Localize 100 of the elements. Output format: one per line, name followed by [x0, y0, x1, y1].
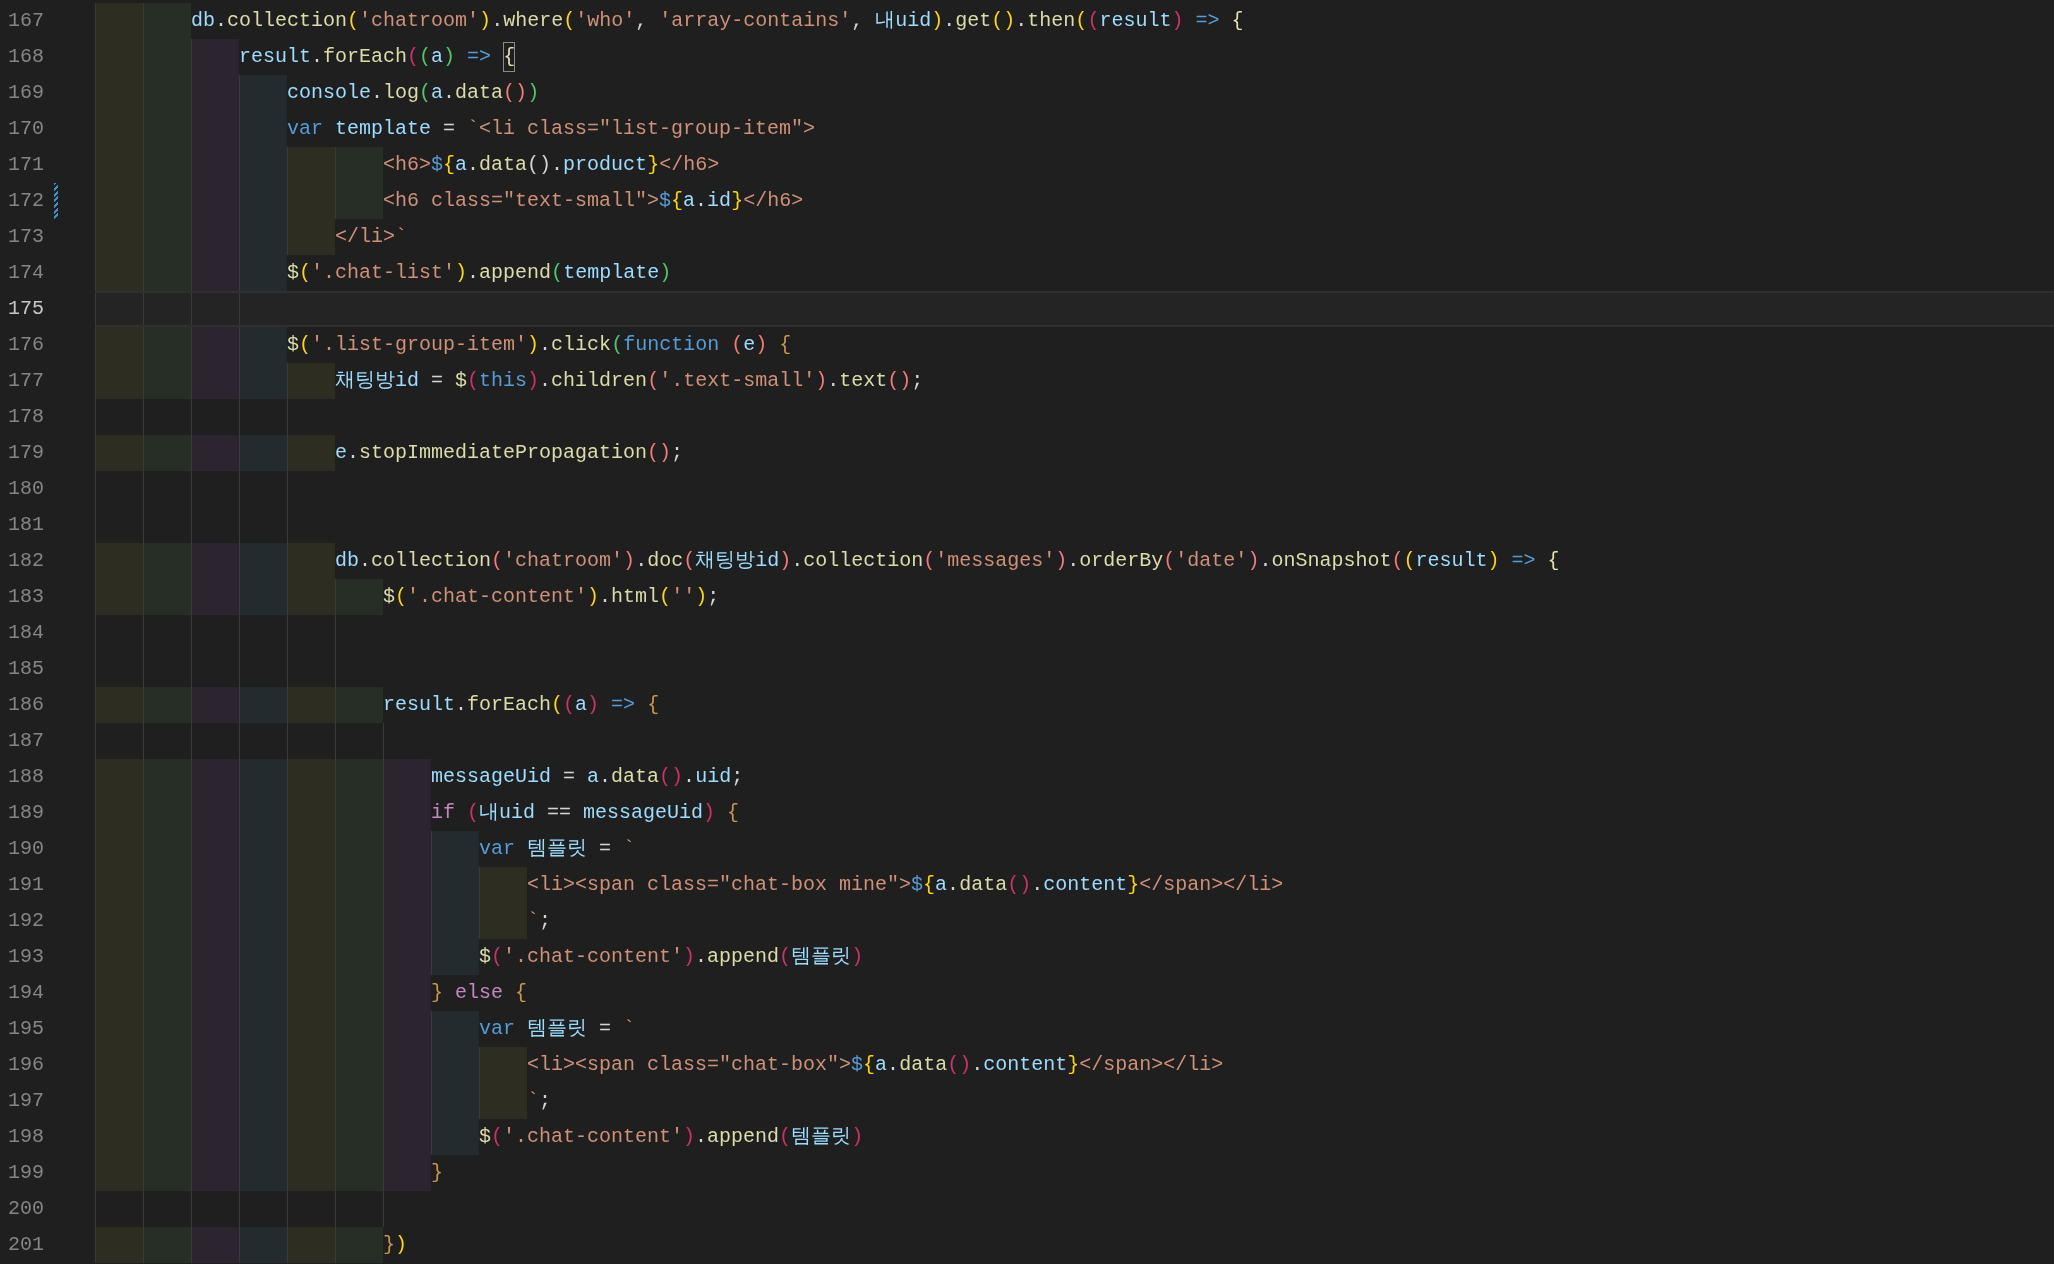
line-number: 196: [7, 1052, 44, 1078]
code-line: }): [383, 1232, 408, 1258]
code-line: 채팅방id = $(this).children('.text-small').text();: [335, 368, 924, 394]
line-number: 173: [7, 224, 44, 250]
code-line: result.forEach((a) => {: [383, 692, 660, 718]
indent-highlight: [191, 1227, 239, 1263]
indent-highlight: [335, 687, 383, 723]
indent-highlight: [95, 579, 143, 615]
line-number: 190: [7, 836, 44, 862]
indent-highlight: [239, 543, 287, 579]
indent-highlight: [335, 759, 383, 795]
line-number: 175: [7, 296, 44, 322]
indent-highlight: [287, 1155, 335, 1191]
line-number: 201: [7, 1232, 44, 1258]
indent-highlight: [143, 363, 191, 399]
indent-highlight: [383, 1155, 431, 1191]
line-number: 185: [7, 656, 44, 682]
line-number: 183: [7, 584, 44, 610]
indent-highlight: [431, 831, 479, 867]
indent-highlight: [479, 1047, 527, 1083]
indent-highlight: [95, 255, 143, 291]
indent-highlight: [143, 255, 191, 291]
line-number: 193: [7, 944, 44, 970]
indent-highlight: [239, 255, 287, 291]
code-line: if (내uid == messageUid) {: [431, 800, 740, 826]
code-line: `;: [527, 1088, 552, 1114]
indent-highlight: [239, 1227, 287, 1263]
indent-highlight: [95, 1155, 143, 1191]
indent-highlight: [287, 579, 335, 615]
code-line: $('.chat-list').append(template): [287, 260, 672, 286]
code-line: $('.chat-content').append(템플릿): [479, 944, 864, 970]
line-number: 191: [7, 872, 44, 898]
line-number: 169: [7, 80, 44, 106]
indent-highlight: [191, 579, 239, 615]
indent-highlight: [95, 687, 143, 723]
indent-highlight: [143, 435, 191, 471]
indent-highlight: [239, 363, 287, 399]
indent-highlight: [431, 1011, 479, 1047]
line-number: 179: [7, 440, 44, 466]
indent-highlight: [479, 867, 527, 903]
indent-highlight: [191, 543, 239, 579]
line-number: 177: [7, 368, 44, 394]
code-line: <li><span class="chat-box">${a.data().content}</span></li>: [527, 1052, 1224, 1078]
indent-highlight: [239, 579, 287, 615]
code-line: messageUid = a.data().uid;: [431, 764, 744, 790]
line-number: 200: [7, 1196, 44, 1222]
indent-highlight: [191, 759, 239, 795]
indent-highlight: [335, 1227, 383, 1263]
indent-highlight: [191, 435, 239, 471]
line-number: 195: [7, 1016, 44, 1042]
code-line: </li>`: [335, 224, 407, 250]
indent-highlight: [143, 1155, 191, 1191]
line-number: 176: [7, 332, 44, 358]
line-number: 180: [7, 476, 44, 502]
indent-highlight: [191, 687, 239, 723]
code-line: <li><span class="chat-box mine">${a.data().content}</span></li>: [527, 872, 1284, 898]
line-number: 172: [7, 188, 44, 214]
line-number: 194: [7, 980, 44, 1006]
indent-highlight: [287, 435, 335, 471]
code-line: <h6>${a.data().product}</h6>: [383, 152, 720, 178]
line-number: 189: [7, 800, 44, 826]
line-number: 197: [7, 1088, 44, 1114]
indent-highlight: [239, 327, 287, 363]
indent-highlight: [335, 579, 383, 615]
indent-highlight: [143, 1227, 191, 1263]
indent-highlight: [287, 687, 335, 723]
line-number: 182: [7, 548, 44, 574]
indent-highlight: [143, 327, 191, 363]
indent-highlight: [95, 543, 143, 579]
indent-highlight: [335, 183, 383, 219]
code-line: } else {: [431, 980, 528, 1006]
code-line: `;: [527, 908, 552, 934]
line-number: 174: [7, 260, 44, 286]
indent-highlight: [143, 3, 191, 39]
code-line: db.collection('chatroom').where('who', 'array-contains', 내uid).get().then((result) => {: [191, 8, 1244, 34]
code-line: var 템플릿 = `: [479, 836, 636, 862]
code-line: e.stopImmediatePropagation();: [335, 440, 684, 466]
indent-highlight: [479, 903, 527, 939]
indent-highlight: [335, 1155, 383, 1191]
code-line: $('.chat-content').html('');: [383, 584, 720, 610]
indent-highlight: [143, 687, 191, 723]
line-number: 188: [7, 764, 44, 790]
line-number: 181: [7, 512, 44, 538]
code-line: $('.list-group-item').click(function (e) {: [287, 332, 792, 358]
code-line: console.log(a.data()): [287, 80, 540, 106]
line-number: 178: [7, 404, 44, 430]
line-number: 186: [7, 692, 44, 718]
indent-highlight: [95, 327, 143, 363]
line-number: 199: [7, 1160, 44, 1186]
indent-highlight: [287, 1227, 335, 1263]
indent-highlight: [479, 1083, 527, 1119]
indent-highlight: [431, 1119, 479, 1155]
line-number: 184: [7, 620, 44, 646]
indent-highlight: [239, 75, 287, 111]
indent-highlight: [95, 3, 143, 39]
code-line: <h6 class="text-small">${a.id}</h6>: [383, 188, 804, 214]
indent-highlight: [239, 1155, 287, 1191]
indent-highlight: [95, 759, 143, 795]
code-line: $('.chat-content').append(템플릿): [479, 1124, 864, 1150]
line-number: 171: [7, 152, 44, 178]
